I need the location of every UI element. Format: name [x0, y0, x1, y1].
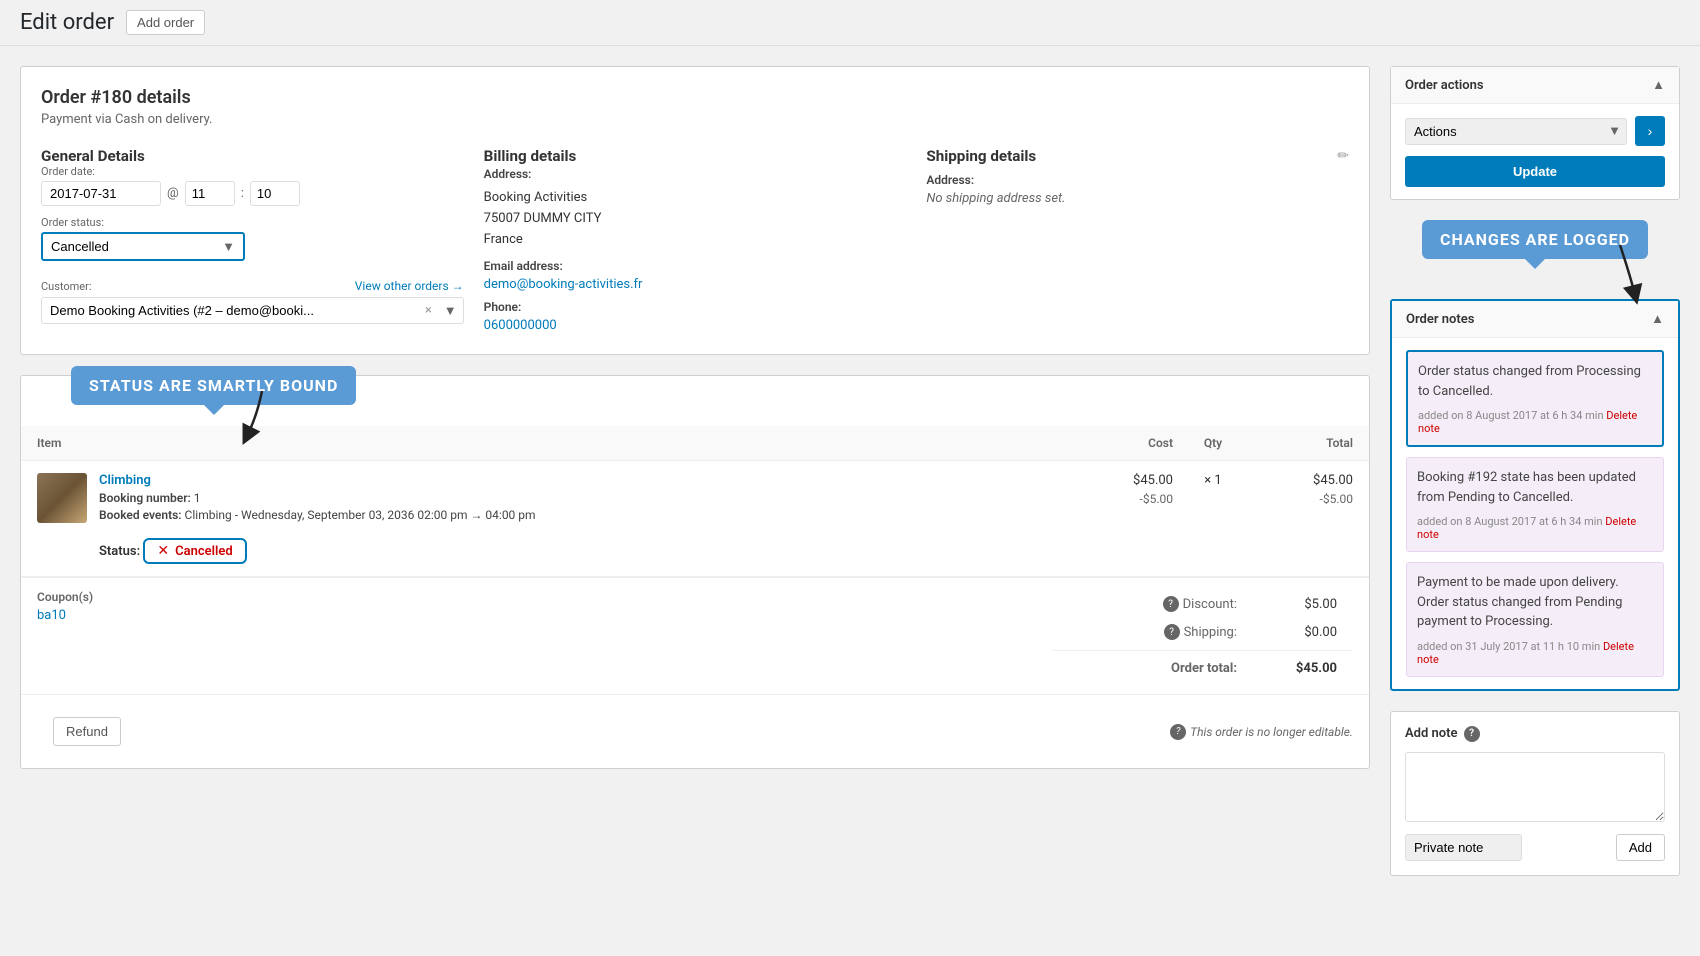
billing-phone-label: Phone: [484, 300, 907, 314]
callout-arrow-icon [242, 391, 282, 441]
items-col-cost: Cost [1073, 436, 1173, 450]
item-booked-events: Booked events: Climbing - Wednesday, Sep… [99, 508, 1073, 522]
discount-row: ? Discount: $5.00 [1053, 590, 1353, 618]
add-order-button[interactable]: Add order [126, 10, 205, 35]
item-cost: $45.00 -$5.00 [1073, 473, 1173, 506]
items-col-qty: Qty [1173, 436, 1253, 450]
list-item: Payment to be made upon delivery. Order … [1406, 562, 1664, 677]
order-time-hour-input[interactable] [185, 181, 235, 206]
item-qty: × 1 [1173, 473, 1253, 488]
shipping-row: ? Shipping: $0.00 [1053, 618, 1353, 646]
discount-help-icon[interactable]: ? [1163, 596, 1179, 612]
order-actions-title: Order actions [1405, 78, 1484, 93]
billing-company: Booking Activities [484, 188, 907, 209]
view-other-orders-link[interactable]: View other orders → [355, 279, 464, 293]
order-status-wrapper: Cancelled Processing Completed Pending p… [41, 232, 245, 261]
shipping-address-label: Address: [926, 173, 1349, 187]
coupon-code: ba10 [37, 608, 93, 623]
item-thumbnail [37, 473, 87, 523]
not-editable-help-icon[interactable]: ? [1170, 724, 1186, 740]
item-status-badge: ✕ Cancelled [143, 538, 246, 564]
changes-arrow-icon [1580, 245, 1640, 300]
status-bound-callout: Status are smartly bound [71, 366, 356, 405]
item-status-label: Status: [99, 544, 140, 559]
edit-shipping-icon[interactable]: ✏ [1337, 148, 1349, 164]
coupon-label: Coupon(s) [37, 590, 93, 604]
note-text: Payment to be made upon delivery. Order … [1417, 573, 1653, 632]
order-notes-collapse-icon[interactable]: ▲ [1651, 311, 1664, 327]
note-text: Booking #192 state has been updated from… [1417, 468, 1653, 507]
add-note-title: Add note [1405, 726, 1458, 741]
not-editable-notice: ? This order is no longer editable. [1170, 724, 1353, 740]
apply-action-button[interactable]: › [1635, 116, 1665, 146]
items-col-item: Item [37, 436, 1073, 450]
item-status-text: Cancelled [175, 544, 233, 559]
order-date-input[interactable] [41, 181, 161, 206]
order-number: Order #180 details [41, 87, 1349, 108]
customer-select-wrapper: Demo Booking Activities (#2 – demo@booki… [41, 297, 464, 324]
order-total-row: Order total: $45.00 [1053, 650, 1353, 682]
order-status-label: Order status: [41, 216, 464, 229]
customer-label: Customer: [41, 280, 92, 293]
note-text: Order status changed from Processing to … [1418, 362, 1652, 401]
order-date-label: Order date: [41, 165, 464, 178]
shipping-help-icon[interactable]: ? [1164, 624, 1180, 640]
add-note-help-icon[interactable]: ? [1464, 726, 1480, 742]
item-total: $45.00 -$5.00 [1253, 473, 1353, 506]
add-note-textarea[interactable] [1405, 752, 1665, 822]
page-title: Edit order [20, 10, 114, 35]
general-details-heading: General Details [41, 147, 464, 165]
billing-country: France [484, 230, 907, 251]
billing-phone-link[interactable]: 0600000000 [484, 318, 557, 333]
billing-email-label: Email address: [484, 259, 907, 273]
billing-email-link[interactable]: demo@booking-activities.fr [484, 277, 643, 292]
actions-select[interactable]: Actions [1405, 118, 1627, 145]
update-button[interactable]: Update [1405, 156, 1665, 187]
add-note-button[interactable]: Add [1616, 834, 1665, 861]
item-name-link[interactable]: Climbing [99, 473, 151, 488]
note-meta: added on 31 July 2017 at 11 h 10 min Del… [1417, 640, 1653, 666]
billing-details-heading: Billing details [484, 147, 907, 165]
billing-city: 75007 DUMMY CITY [484, 209, 907, 230]
items-col-total: Total [1253, 436, 1353, 450]
customer-select[interactable]: Demo Booking Activities (#2 – demo@booki… [42, 298, 419, 323]
billing-address-label: Address: [484, 165, 907, 184]
refund-button[interactable]: Refund [53, 717, 121, 746]
cancelled-x-icon: ✕ [157, 543, 169, 559]
actions-select-wrapper: Actions ▼ [1405, 118, 1627, 145]
colon-sign: : [241, 186, 244, 201]
billing-address: Address: Booking Activities 75007 DUMMY … [484, 165, 907, 251]
payment-method: Payment via Cash on delivery. [41, 112, 1349, 127]
customer-select-arrow-icon: ▼ [438, 303, 463, 319]
list-item: Order status changed from Processing to … [1406, 350, 1664, 447]
shipping-details-heading: Shipping details [926, 147, 1036, 165]
customer-clear-icon[interactable]: × [419, 303, 438, 318]
note-meta: added on 8 August 2017 at 6 h 34 min Del… [1418, 409, 1652, 435]
note-meta: added on 8 August 2017 at 6 h 34 min Del… [1417, 515, 1653, 541]
table-row: Climbing Booking number: 1 Booked events… [21, 461, 1369, 577]
shipping-address-value: No shipping address set. [926, 191, 1349, 206]
order-actions-collapse-icon[interactable]: ▲ [1652, 77, 1665, 93]
order-notes-title: Order notes [1406, 312, 1474, 327]
note-type-select[interactable]: Private note Note to customer [1405, 834, 1522, 861]
item-booking-number: Booking number: 1 [99, 491, 1073, 505]
at-sign: @ [167, 186, 179, 201]
order-time-min-input[interactable] [250, 181, 300, 206]
order-status-select[interactable]: Cancelled Processing Completed Pending p… [43, 234, 243, 259]
list-item: Booking #192 state has been updated from… [1406, 457, 1664, 552]
